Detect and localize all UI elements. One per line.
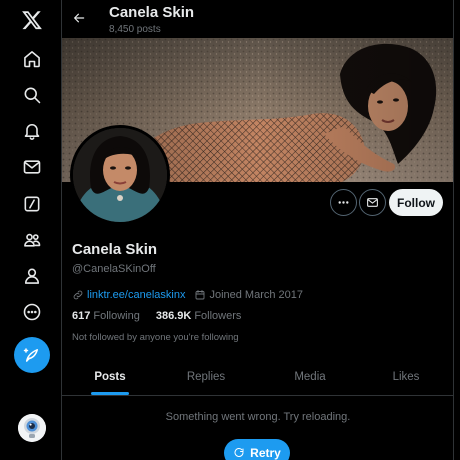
followers-count: 386.9K xyxy=(155,310,192,322)
message-button[interactable] xyxy=(359,189,386,216)
header-display-name: Canela Skin xyxy=(109,4,195,21)
post-icon xyxy=(23,348,38,362)
profile-tabs: Posts Replies Media Likes xyxy=(62,358,453,396)
calendar-icon xyxy=(196,290,205,300)
following-link[interactable]: 617 Following xyxy=(72,310,140,322)
profile-icon[interactable] xyxy=(13,257,51,295)
profile-link[interactable]: linktr.ee/canelaskinx xyxy=(87,289,185,301)
grok-icon[interactable] xyxy=(13,185,51,223)
following-count: 617 xyxy=(72,310,91,322)
joined-date: Joined March 2017 xyxy=(209,289,304,301)
profile-header: Canela Skin 8,450 posts xyxy=(62,0,453,38)
home-icon[interactable] xyxy=(13,40,51,78)
tab-likes[interactable]: Likes xyxy=(358,358,453,396)
followers-link[interactable]: 386.9K Followers xyxy=(156,310,242,322)
messages-icon[interactable] xyxy=(13,148,51,186)
post-button[interactable] xyxy=(14,337,50,373)
profile-column: Canela Skin 8,450 posts Follow Canela Sk… xyxy=(62,0,454,460)
x-logo-icon[interactable] xyxy=(13,1,51,39)
account-avatar[interactable] xyxy=(18,414,46,442)
search-icon[interactable] xyxy=(13,76,51,114)
more-icon[interactable] xyxy=(13,293,51,331)
tab-media[interactable]: Media xyxy=(262,358,358,396)
envelope-icon xyxy=(367,198,378,207)
retry-button[interactable]: Retry xyxy=(224,439,290,460)
more-horizontal-icon xyxy=(338,201,349,204)
back-button[interactable] xyxy=(70,8,88,28)
tab-posts[interactable]: Posts xyxy=(62,358,158,396)
display-name: Canela Skin xyxy=(72,241,158,258)
profile-avatar[interactable] xyxy=(70,125,170,225)
follow-button[interactable]: Follow xyxy=(389,189,443,216)
back-arrow-icon xyxy=(74,13,85,23)
left-nav xyxy=(0,0,62,460)
following-label: Following xyxy=(93,310,140,322)
communities-icon[interactable] xyxy=(13,221,51,259)
link-icon xyxy=(73,290,83,300)
feed-error-message: Something went wrong. Try reloading. xyxy=(165,411,351,423)
notifications-icon[interactable] xyxy=(13,112,51,150)
followed-by-note: Not followed by anyone you're following xyxy=(72,332,239,343)
tab-replies[interactable]: Replies xyxy=(158,358,254,396)
refresh-icon xyxy=(234,448,244,457)
retry-label: Retry xyxy=(250,446,281,460)
profile-meta: linktr.ee/canelaskinx Joined March 2017 xyxy=(72,288,303,302)
active-tab-indicator xyxy=(91,392,129,395)
followers-label: Followers xyxy=(194,310,242,322)
more-options-button[interactable] xyxy=(330,189,357,216)
follow-stats: 617 Following 386.9K Followers xyxy=(72,310,257,322)
handle: @CanelaSKinOff xyxy=(72,263,156,275)
post-count: 8,450 posts xyxy=(109,24,161,35)
